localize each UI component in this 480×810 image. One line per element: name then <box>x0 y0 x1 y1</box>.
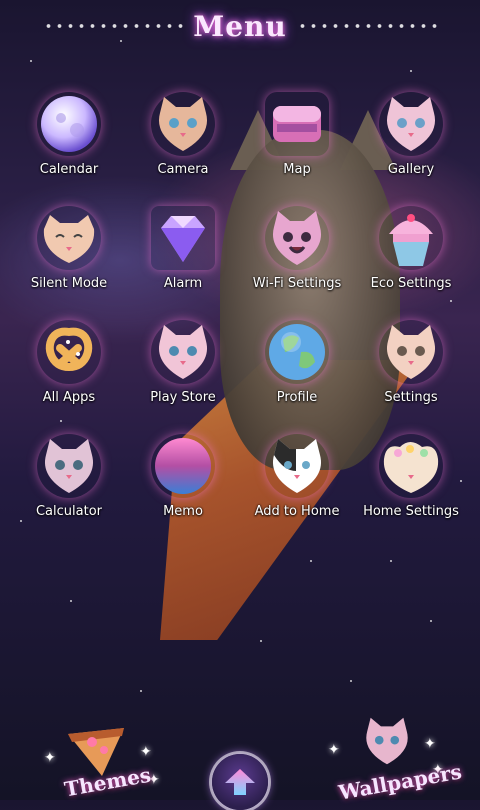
earth-icon <box>265 320 329 384</box>
app-label: Settings <box>384 390 438 405</box>
app-label: Camera <box>157 162 209 177</box>
gem-box-icon <box>265 92 329 156</box>
app-drawer-button[interactable] <box>212 754 268 810</box>
menu-header: Menu <box>0 6 480 46</box>
app-label: Calculator <box>35 504 102 519</box>
themes-button[interactable]: ✦ ✦ ✦ Themes <box>40 720 170 801</box>
app-label: Home Settings <box>363 504 459 519</box>
cat-icon <box>379 320 443 384</box>
app-profile[interactable]: Profile <box>240 320 354 434</box>
app-alarm[interactable]: Alarm <box>126 206 240 320</box>
arrow-up-icon <box>225 769 255 795</box>
cat-icon <box>379 434 443 498</box>
planet-icon <box>151 434 215 498</box>
app-silent-mode[interactable]: Silent Mode <box>12 206 126 320</box>
moon-icon <box>37 92 101 156</box>
app-label: Add to Home <box>254 504 340 519</box>
app-wifi-settings[interactable]: Wi-Fi Settings <box>240 206 354 320</box>
app-grid: Calendar Camera Map Gallery Silent Mode … <box>12 92 468 548</box>
cat-icon <box>265 434 329 498</box>
app-map[interactable]: Map <box>240 92 354 206</box>
app-calculator[interactable]: Calculator <box>12 434 126 548</box>
app-label: Profile <box>276 390 318 405</box>
cat-icon <box>265 206 329 270</box>
sparkle-icon: ✦ <box>424 736 436 752</box>
bead-decoration <box>296 22 437 30</box>
app-camera[interactable]: Camera <box>126 92 240 206</box>
app-all-apps[interactable]: All Apps <box>12 320 126 434</box>
app-label: Map <box>283 162 311 177</box>
app-label: Wi-Fi Settings <box>252 276 342 291</box>
cat-icon <box>366 717 408 765</box>
app-add-to-home[interactable]: Add to Home <box>240 434 354 548</box>
app-settings[interactable]: Settings <box>354 320 468 434</box>
app-memo[interactable]: Memo <box>126 434 240 548</box>
cat-icon <box>37 434 101 498</box>
app-label: Silent Mode <box>30 276 108 291</box>
sparkle-icon: ✦ <box>44 750 56 766</box>
app-eco-settings[interactable]: Eco Settings <box>354 206 468 320</box>
app-label: All Apps <box>42 390 96 405</box>
diamond-icon <box>151 206 215 270</box>
cat-icon <box>37 206 101 270</box>
app-label: Calendar <box>39 162 99 177</box>
bottom-dock: ✦ ✦ ✦ Themes ✦ ✦ ✦ Wallpapers <box>0 710 480 810</box>
cat-icon <box>151 320 215 384</box>
cat-icon <box>379 92 443 156</box>
app-calendar[interactable]: Calendar <box>12 92 126 206</box>
cat-icon <box>151 92 215 156</box>
app-label: Gallery <box>387 162 435 177</box>
sparkle-icon: ✦ <box>140 744 152 760</box>
app-label: Memo <box>163 504 203 519</box>
cupcake-icon <box>379 206 443 270</box>
bead-decoration <box>43 22 184 30</box>
wallpapers-label: Wallpapers <box>336 759 464 805</box>
page-title: Menu <box>193 9 287 43</box>
pretzel-icon <box>37 320 101 384</box>
sparkle-icon: ✦ <box>328 742 340 758</box>
app-home-settings[interactable]: Home Settings <box>354 434 468 548</box>
app-label: Alarm <box>163 276 203 291</box>
app-label: Play Store <box>150 390 216 405</box>
wallpapers-button[interactable]: ✦ ✦ ✦ Wallpapers <box>320 716 463 805</box>
app-label: Eco Settings <box>370 276 452 291</box>
app-gallery[interactable]: Gallery <box>354 92 468 206</box>
app-play-store[interactable]: Play Store <box>126 320 240 434</box>
